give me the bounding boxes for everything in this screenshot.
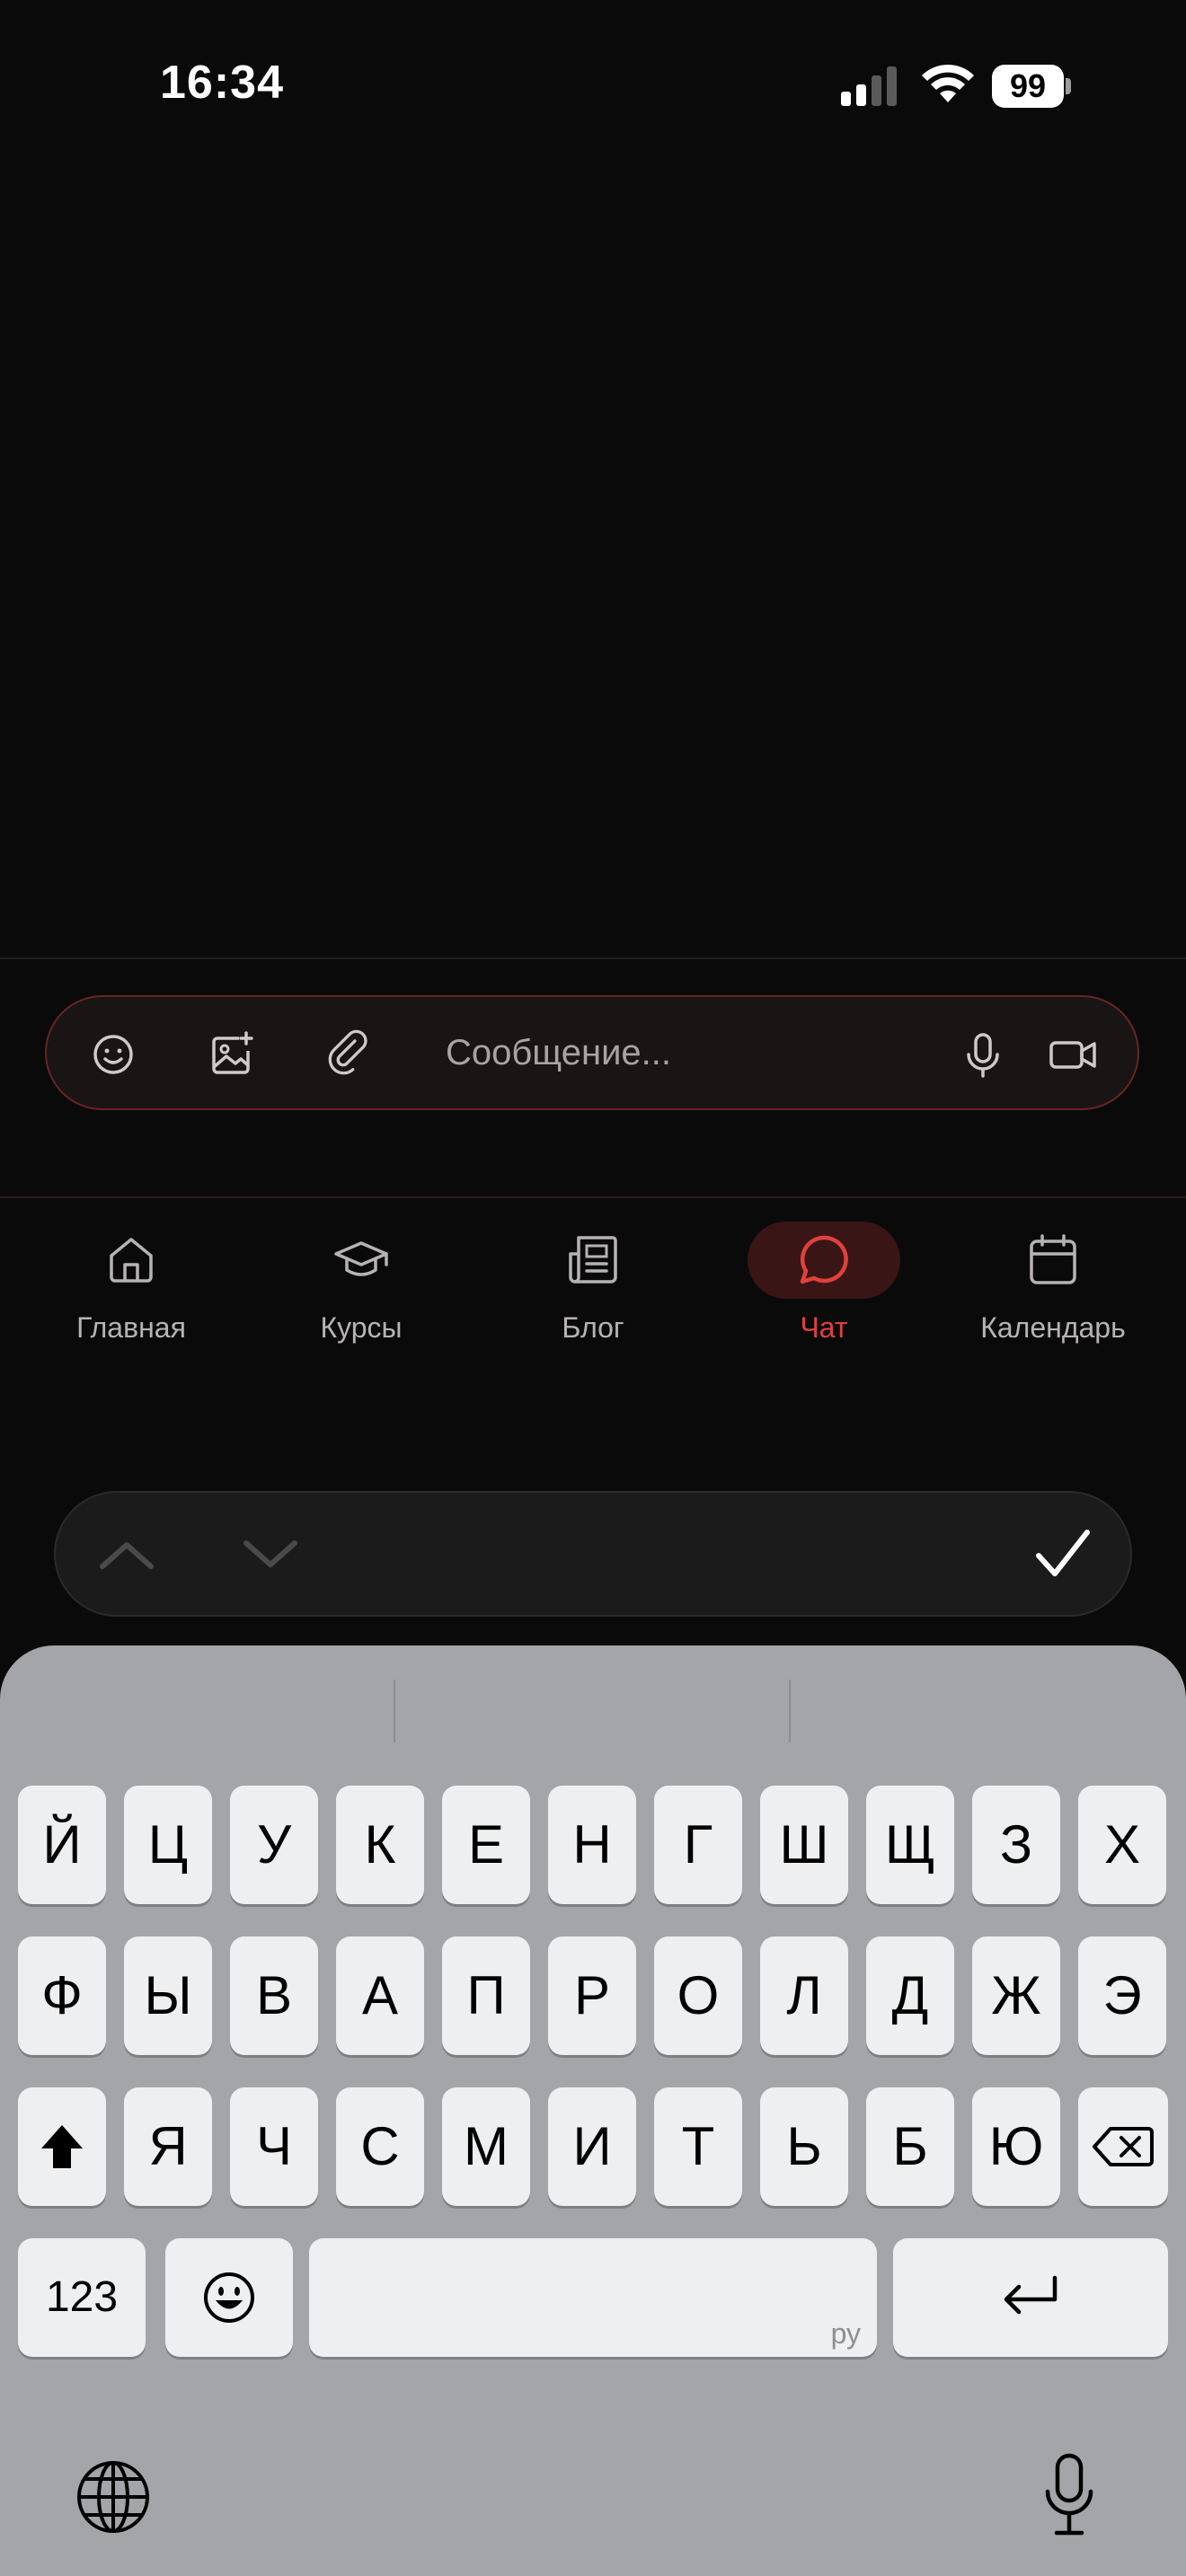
wifi-icon (922, 64, 974, 102)
key-letter[interactable]: З (972, 1786, 1060, 1904)
tab-label: Главная (76, 1311, 186, 1344)
key-letter[interactable]: Г (654, 1786, 742, 1904)
tab-home[interactable]: Главная (32, 1222, 230, 1365)
chat-bubble-icon (800, 1235, 848, 1284)
battery-level: 99 (992, 65, 1064, 108)
message-composer: Сообщение... (45, 995, 1139, 1110)
key-letter[interactable]: Э (1078, 1936, 1166, 2055)
next-field-icon[interactable] (239, 1532, 302, 1577)
newspaper-icon (569, 1236, 617, 1284)
video-camera-icon[interactable] (1046, 1028, 1100, 1081)
key-letter[interactable]: О (654, 1936, 742, 2055)
key-letter[interactable]: Ю (972, 2087, 1060, 2206)
key-letter[interactable]: И (548, 2087, 636, 2206)
microphone-icon[interactable] (956, 1028, 1010, 1081)
cellular-signal-icon (841, 66, 897, 106)
message-input[interactable]: Сообщение... (446, 1033, 671, 1073)
key-letter[interactable]: Д (866, 1936, 954, 2055)
return-arrow-icon (1004, 2275, 1058, 2315)
divider (0, 957, 1186, 959)
key-letter[interactable]: П (442, 1936, 530, 2055)
keyboard: ЙЦУКЕНГШЩЗХ ФЫВАПРОЛДЖЭ ЯЧСМИТЬБЮ 123 ру (0, 1645, 1186, 2576)
paperclip-icon[interactable] (323, 1028, 377, 1081)
calendar-icon (1030, 1234, 1076, 1284)
tab-calendar[interactable]: Календарь (954, 1222, 1152, 1365)
key-letter[interactable]: Ц (124, 1786, 212, 1904)
tab-chat[interactable]: Чат (725, 1222, 923, 1365)
shift-arrow-icon (41, 2125, 83, 2168)
key-letter[interactable]: Ы (124, 1936, 212, 2055)
key-letter[interactable]: Б (866, 2087, 954, 2206)
key-letter[interactable]: Ь (760, 2087, 848, 2206)
emoji-key[interactable] (165, 2238, 293, 2357)
key-letter[interactable]: К (336, 1786, 424, 1904)
return-key[interactable] (893, 2238, 1168, 2357)
key-letter[interactable]: Р (548, 1936, 636, 2055)
key-letter[interactable]: А (336, 1936, 424, 2055)
key-letter[interactable]: Х (1078, 1786, 1166, 1904)
backspace-key[interactable] (1078, 2087, 1168, 2206)
key-letter[interactable]: С (336, 2087, 424, 2206)
key-letter[interactable]: Ж (972, 1936, 1060, 2055)
space-key[interactable]: ру (309, 2238, 877, 2357)
battery-indicator: 99 (992, 65, 1071, 108)
suggestion-separator (789, 1680, 791, 1742)
keyboard-accessory-bar (54, 1491, 1132, 1617)
previous-field-icon[interactable] (95, 1532, 158, 1577)
globe-icon[interactable] (75, 2459, 151, 2535)
key-letter[interactable]: В (230, 1936, 318, 2055)
key-letter[interactable]: Щ (866, 1786, 954, 1904)
emoji-icon (204, 2272, 254, 2323)
home-icon (110, 1238, 153, 1283)
tab-label: Календарь (980, 1311, 1126, 1344)
graduation-cap-icon (334, 1241, 388, 1276)
key-letter[interactable]: Л (760, 1936, 848, 2055)
status-time: 16:34 (160, 57, 284, 109)
key-letter[interactable]: Н (548, 1786, 636, 1904)
numbers-key[interactable]: 123 (18, 2238, 146, 2357)
tab-label: Блог (562, 1311, 624, 1344)
key-letter[interactable]: Й (18, 1786, 106, 1904)
key-letter[interactable]: М (442, 2087, 530, 2206)
divider (0, 1196, 1186, 1198)
shift-key[interactable] (18, 2087, 106, 2206)
tab-courses[interactable]: Курсы (262, 1222, 460, 1365)
tab-blog[interactable]: Блог (494, 1222, 692, 1365)
key-letter[interactable]: Ч (230, 2087, 318, 2206)
key-letter[interactable]: Т (654, 2087, 742, 2206)
key-letter[interactable]: У (230, 1786, 318, 1904)
key-letter[interactable]: Е (442, 1786, 530, 1904)
add-image-icon[interactable] (205, 1028, 259, 1081)
key-letter[interactable]: Я (124, 2087, 212, 2206)
keyboard-language-label: ру (830, 2317, 861, 2350)
backspace-icon (1093, 2127, 1154, 2166)
done-checkmark-icon[interactable] (1031, 1523, 1094, 1586)
suggestion-separator (394, 1680, 395, 1742)
key-letter[interactable]: Ф (18, 1936, 106, 2055)
dictation-microphone-icon[interactable] (1042, 2452, 1096, 2538)
key-letter[interactable]: Ш (760, 1786, 848, 1904)
tab-label: Чат (800, 1311, 848, 1344)
tab-label: Курсы (320, 1311, 403, 1344)
emoji-icon[interactable] (86, 1028, 140, 1081)
